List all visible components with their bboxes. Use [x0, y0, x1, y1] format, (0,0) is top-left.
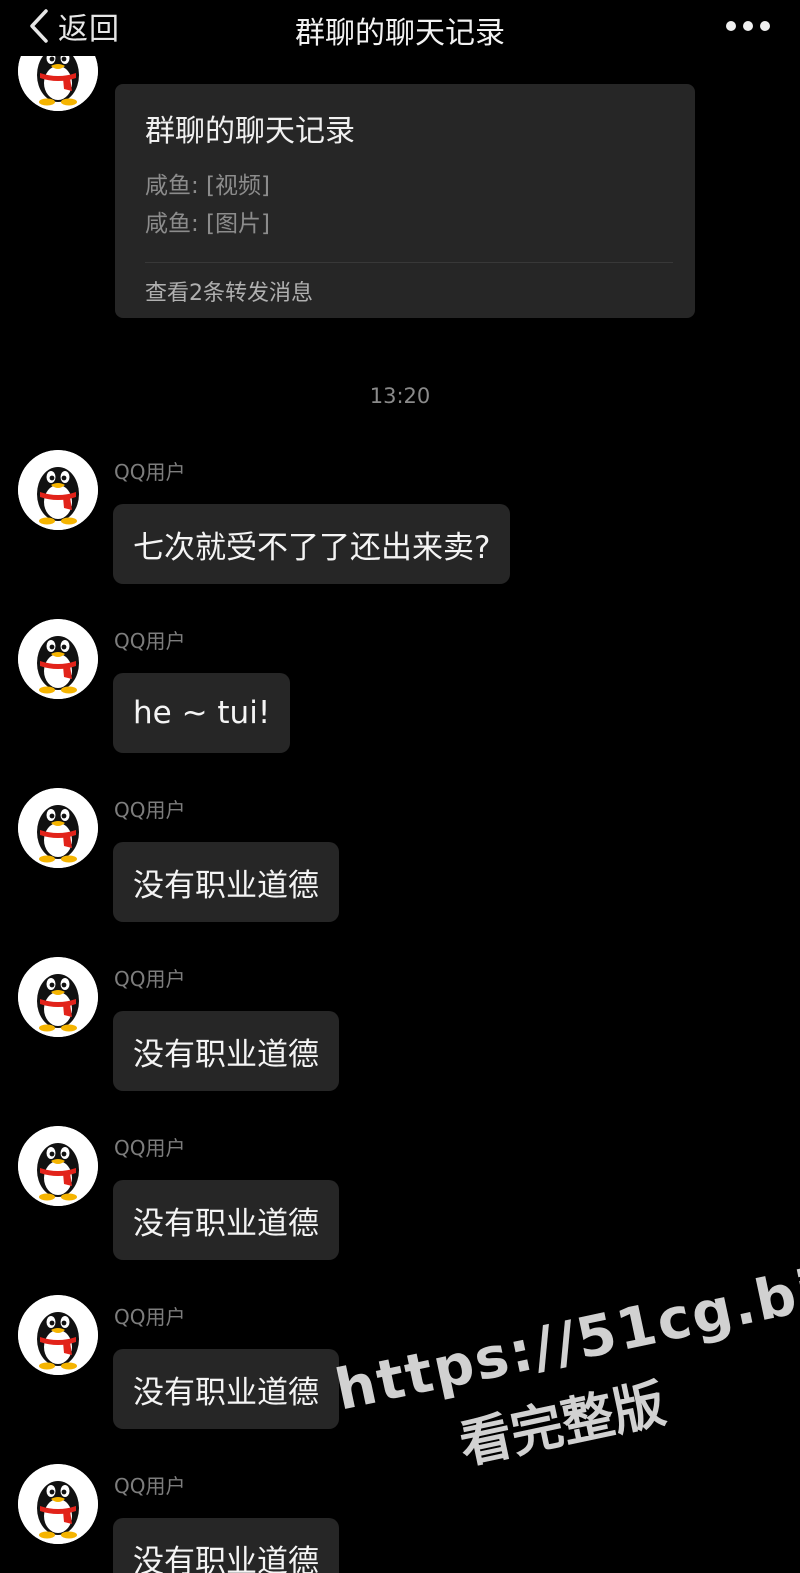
penguin-icon	[18, 1126, 98, 1206]
page-title: 群聊的聊天记录	[295, 16, 505, 51]
nav-header: 返回 群聊的聊天记录	[0, 0, 800, 56]
penguin-icon	[18, 957, 98, 1037]
card-preview-line: 咸鱼: [视频]	[145, 173, 271, 199]
card-divider	[145, 262, 673, 263]
card-footer-link[interactable]: 查看2条转发消息	[145, 275, 313, 307]
card-title: 群聊的聊天记录	[145, 114, 355, 149]
sender-name: QQ用户	[114, 629, 186, 653]
more-dots-icon[interactable]	[726, 16, 770, 36]
penguin-icon	[18, 788, 98, 868]
sender-name: QQ用户	[114, 1136, 186, 1160]
message-bubble[interactable]: he ~ tui!	[113, 673, 291, 753]
message-bubble[interactable]: 七次就受不了了还出来卖?	[113, 504, 511, 584]
message-bubble[interactable]: 没有职业道德	[113, 1180, 339, 1260]
message-bubble[interactable]: 没有职业道德	[113, 1518, 339, 1573]
penguin-icon	[18, 450, 98, 530]
sender-name: QQ用户	[114, 460, 186, 484]
card-preview-line: 咸鱼: [图片]	[145, 211, 271, 237]
sender-name: QQ用户	[114, 967, 186, 991]
qq-penguin-avatar[interactable]	[18, 957, 98, 1037]
qq-penguin-avatar[interactable]	[18, 1126, 98, 1206]
sender-name: QQ用户	[114, 1305, 186, 1329]
qq-penguin-avatar[interactable]	[18, 788, 98, 868]
qq-penguin-avatar[interactable]	[18, 1464, 98, 1544]
penguin-icon	[18, 1464, 98, 1544]
penguin-icon	[18, 619, 98, 699]
message-bubble[interactable]: 没有职业道德	[113, 1349, 339, 1429]
qq-penguin-avatar[interactable]	[18, 1295, 98, 1375]
message-bubble[interactable]: 没有职业道德	[113, 842, 339, 922]
watermark: https://51cg.biz 看完整版	[330, 1251, 800, 1501]
penguin-icon	[18, 1295, 98, 1375]
message-bubble[interactable]: 没有职业道德	[113, 1011, 339, 1091]
qq-penguin-avatar[interactable]	[18, 450, 98, 530]
timestamp: 13:20	[369, 384, 431, 408]
qq-penguin-avatar[interactable]	[18, 619, 98, 699]
sender-name: QQ用户	[114, 798, 186, 822]
sender-name: QQ用户	[114, 1474, 186, 1498]
